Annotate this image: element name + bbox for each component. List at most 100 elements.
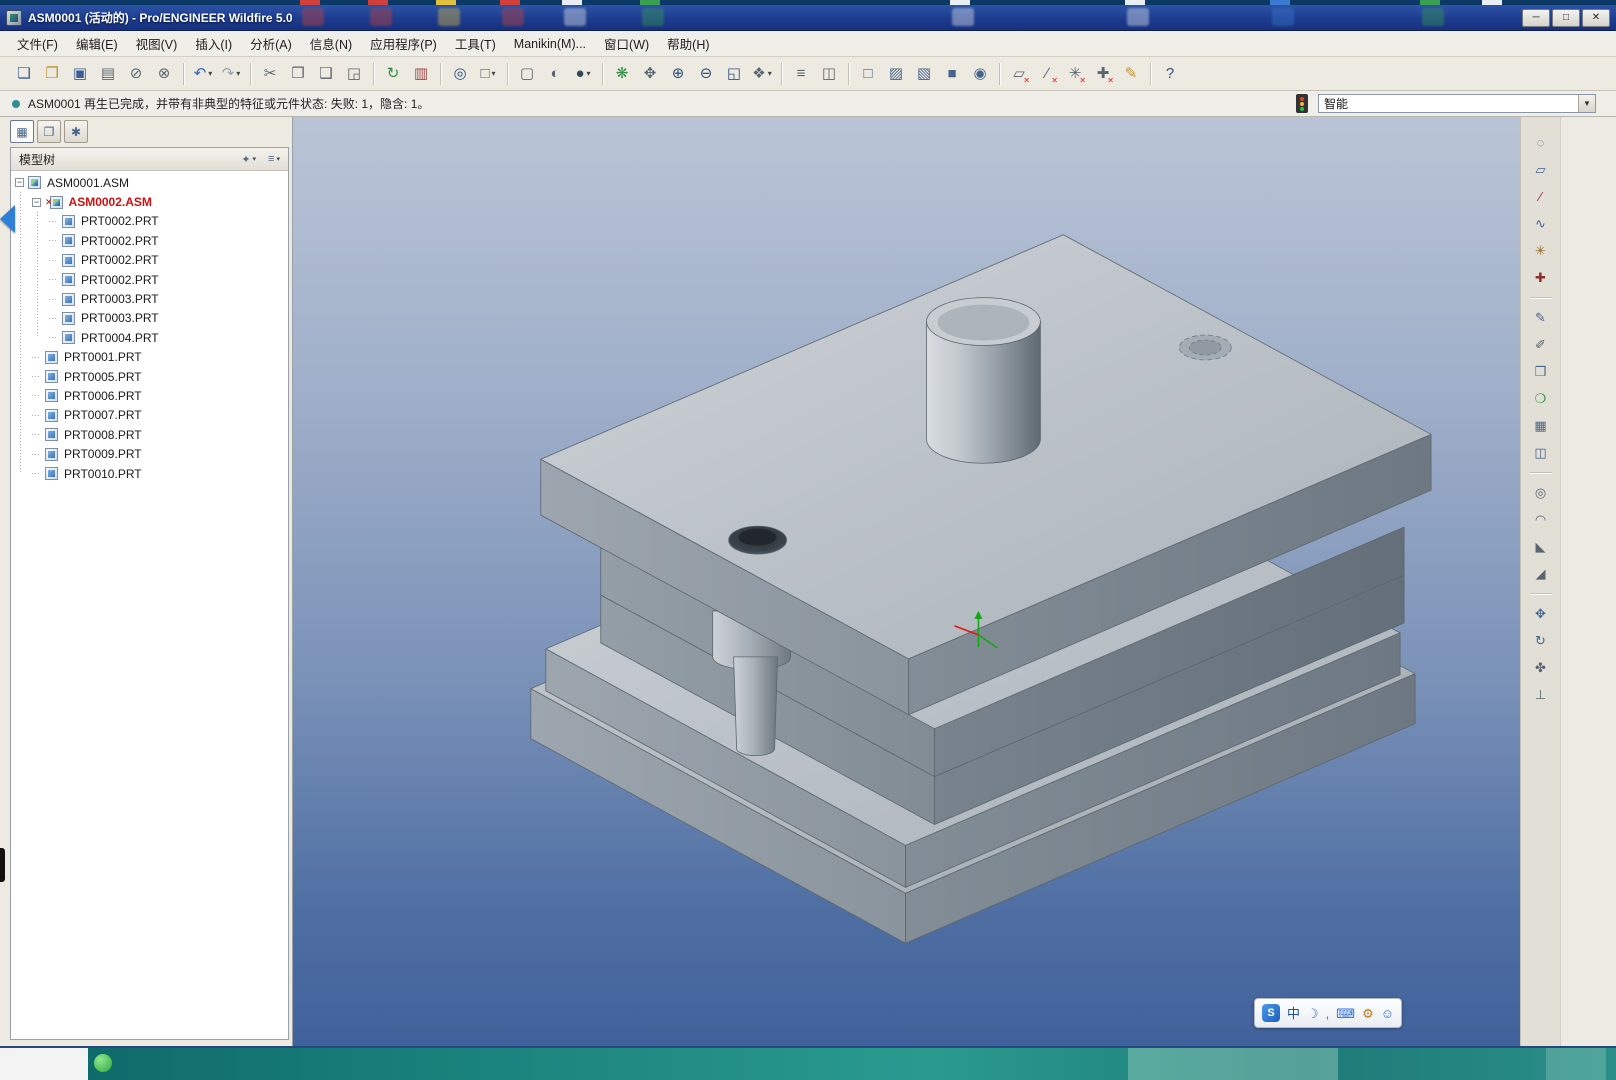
expand-toggle[interactable]: − [15,178,24,188]
display-hidden-line-button[interactable]: ▨ [883,61,909,87]
annotation-display-toggle[interactable]: ✎ [1118,61,1144,87]
assemble-component-button[interactable]: ❒ [1526,359,1556,384]
mirror-tool-button[interactable]: ◫ [1526,440,1556,465]
display-wireframe-button[interactable]: □ [855,61,881,87]
undo-button[interactable]: ↶ ▾ [190,61,216,87]
tree-item-label[interactable]: PRT0003.PRT [79,311,161,325]
tree-item[interactable]: PRT0010.PRT [11,464,288,483]
folder-browser-tab[interactable]: ❐ [37,120,61,143]
zoom-in-button[interactable]: ⊕ [665,61,691,87]
find-button[interactable]: ◎ [447,61,473,87]
menu-item[interactable]: 窗口(W) [595,31,658,56]
app-icon[interactable] [6,9,22,26]
constraint-tool-button[interactable]: ⊥ [1526,682,1556,707]
3d-model-assembly[interactable] [530,234,1432,944]
edit-definition-button[interactable]: ✐ [1526,332,1556,357]
print-button[interactable]: ▤ [95,61,121,87]
tree-item[interactable]: PRT0006.PRT [11,386,288,405]
paste-special-button[interactable]: ◲ [341,61,367,87]
plane-display-toggle[interactable]: ▱ ✕ [1006,61,1032,87]
menu-item[interactable]: 信息(N) [301,31,361,56]
display-shaded-button[interactable]: ■ [939,61,965,87]
menu-item[interactable]: Manikin(M)... [505,34,595,54]
dropdown-arrow-icon[interactable]: ▾ [587,69,591,78]
tree-item-label[interactable]: PRT0002.PRT [79,273,161,287]
delete-old-versions-button[interactable]: ⊗ [151,61,177,87]
csys-display-toggle[interactable]: ✚ ✕ [1090,61,1116,87]
axis-display-toggle[interactable]: ∕ ✕ [1034,61,1060,87]
3d-viewport[interactable]: S 中 ☽ , ⌨ ⚙ ☺ [292,117,1520,1046]
left-edge-handle[interactable] [0,848,5,882]
display-style-button[interactable]: ● ▾ [570,61,596,87]
tree-item[interactable]: PRT0002.PRT [11,251,288,270]
refit-button[interactable]: ◱ [721,61,747,87]
ime-punctuation-icon[interactable]: , [1326,1007,1330,1020]
favorites-tab[interactable]: ✱ [64,120,88,143]
tree-item-label[interactable]: PRT0001.PRT [62,350,144,364]
sketch-tool-button[interactable]: ✎ [1526,305,1556,330]
ime-lang-indicator[interactable]: 中 [1287,1007,1300,1020]
tree-item-label[interactable]: PRT0002.PRT [79,253,161,267]
paste-button[interactable]: ❑ [313,61,339,87]
dropdown-arrow-icon[interactable]: ▾ [208,69,212,78]
create-component-button[interactable]: ❍ [1526,386,1556,411]
context-help-button[interactable]: ? [1157,61,1183,87]
cut-button[interactable]: ✂ [257,61,283,87]
expand-toggle[interactable]: − [32,197,41,207]
datum-display-button[interactable]: ◉ [967,61,993,87]
tree-item-label[interactable]: ASM0002.ASM [67,195,154,209]
display-no-hidden-button[interactable]: ▧ [911,61,937,87]
erase-not-displayed-button[interactable]: ⊘ [123,61,149,87]
maximize-button[interactable]: □ [1552,8,1580,27]
tree-item-label[interactable]: ASM0001.ASM [45,176,131,190]
menu-item[interactable]: 应用程序(P) [361,31,446,56]
dropdown-arrow-icon[interactable]: ▾ [768,69,772,78]
tree-item[interactable]: PRT0004.PRT [11,328,288,347]
tree-item[interactable]: PRT0002.PRT [11,212,288,231]
copy-button[interactable]: ❒ [285,61,311,87]
tree-item[interactable]: − ✕ ASM0002.ASM [11,192,288,211]
datum-point-button[interactable]: ✳ [1526,238,1556,263]
pattern-tool-button[interactable]: ▦ [1526,413,1556,438]
orient-mode-button[interactable]: ✥ [637,61,663,87]
selection-filter-combo[interactable]: 智能 ▼ [1318,94,1596,113]
view-manager-button[interactable]: ◫ [816,61,842,87]
tree-item[interactable]: PRT0007.PRT [11,406,288,425]
tree-item-label[interactable]: PRT0006.PRT [62,389,144,403]
menu-item[interactable]: 编辑(E) [67,31,127,56]
ime-language-bar[interactable]: S 中 ☽ , ⌨ ⚙ ☺ [1254,998,1402,1028]
tree-item-label[interactable]: PRT0009.PRT [62,447,144,461]
round-tool-button[interactable]: ◠ [1526,507,1556,532]
new-file-button[interactable]: ❏ [11,61,37,87]
tree-item[interactable]: PRT0002.PRT [11,231,288,250]
titlebar[interactable]: ASM0001 (活动的) - Pro/ENGINEER Wildfire 5.… [0,5,1616,31]
menu-item[interactable]: 工具(T) [446,31,505,56]
panel-collapse-arrow[interactable] [0,205,15,233]
shade-button[interactable]: ◐ [542,61,568,87]
save-file-button[interactable]: ▣ [67,61,93,87]
guide-cylinder[interactable] [926,297,1041,464]
ime-wrench-icon[interactable]: ⚙ [1362,1007,1374,1020]
datum-csys-button[interactable]: ✚ [1526,265,1556,290]
minimize-button[interactable]: ─ [1522,8,1550,27]
chamfer-tool-button[interactable]: ◣ [1526,534,1556,559]
combo-dropdown-arrow-icon[interactable]: ▼ [1578,95,1595,112]
failed-feature-manager-button[interactable]: ▥ [408,61,434,87]
menu-item[interactable]: 帮助(H) [658,31,718,56]
ime-smiley-icon[interactable]: ☺ [1381,1007,1394,1020]
tree-item[interactable]: PRT0008.PRT [11,425,288,444]
tree-settings-button[interactable]: ≡ ▾ [264,151,284,167]
open-file-button[interactable]: ❐ [39,61,65,87]
tree-show-button[interactable]: ✦ ▾ [237,151,260,168]
menu-item[interactable]: 视图(V) [127,31,187,56]
model-tree[interactable]: − ASM0001.ASM − ✕ ASM0002.ASM PRT0002.PR… [11,171,288,1039]
ime-keyboard-icon[interactable]: ⌨ [1336,1007,1355,1020]
tree-item-label[interactable]: PRT0004.PRT [79,331,161,345]
dropdown-arrow-icon[interactable]: ▾ [236,69,240,78]
datum-axis-button[interactable]: ∕ [1526,184,1556,209]
tree-item[interactable]: PRT0005.PRT [11,367,288,386]
rotate-component-button[interactable]: ↻ [1526,628,1556,653]
tree-item-label[interactable]: PRT0005.PRT [62,370,144,384]
tree-item-label[interactable]: PRT0003.PRT [79,292,161,306]
tree-item[interactable]: PRT0002.PRT [11,270,288,289]
